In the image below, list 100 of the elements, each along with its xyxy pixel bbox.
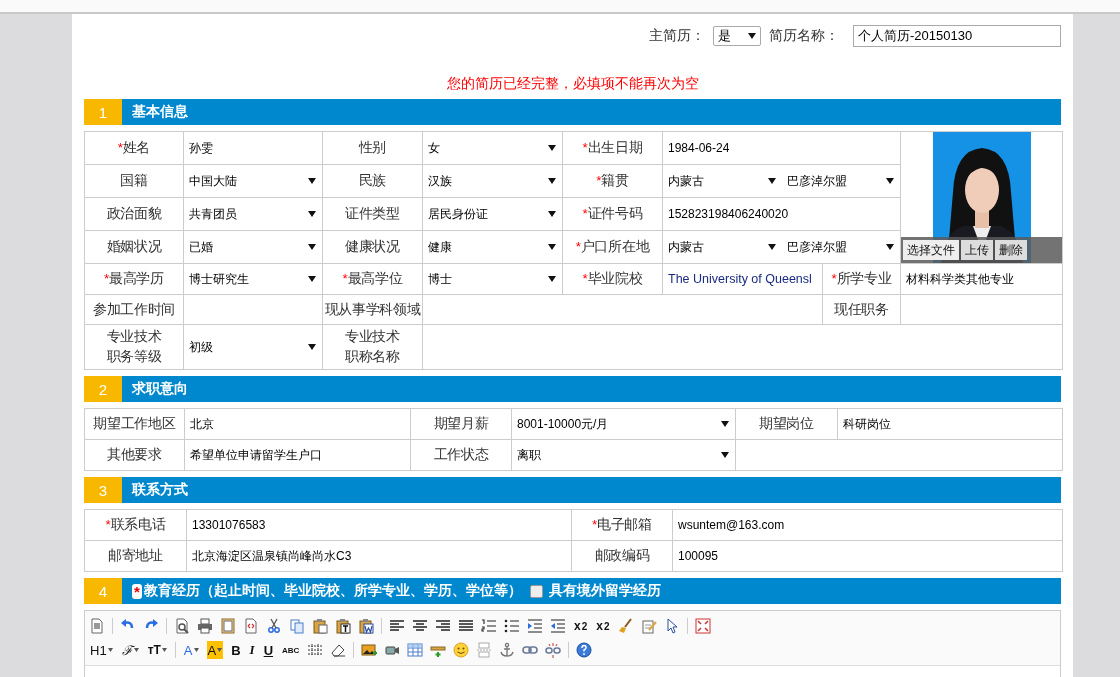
align-center-icon[interactable] — [412, 618, 428, 634]
input-field[interactable]: 个人简历-20150130 — [853, 25, 1061, 47]
field-label: *最高学位 — [341, 270, 404, 288]
copy-icon[interactable] — [289, 618, 305, 634]
unlink-icon[interactable] — [545, 642, 562, 658]
field-label: *电子邮箱 — [591, 516, 653, 534]
outdent-icon[interactable] — [550, 618, 566, 634]
caret-icon — [161, 648, 167, 652]
paste-text-icon[interactable] — [335, 618, 351, 634]
field-label: 民族 — [357, 172, 388, 190]
select-field[interactable]: 内蒙古 — [663, 238, 782, 256]
template-icon[interactable] — [220, 618, 236, 634]
field-label: 邮寄地址 — [107, 547, 164, 565]
field-label: 期望工作地区 — [92, 415, 177, 433]
highlight-dropdown[interactable]: A — [206, 641, 224, 659]
field-label: 主简历： — [649, 27, 705, 45]
caret-icon — [886, 243, 895, 251]
eraser-icon[interactable] — [330, 642, 347, 658]
anchor-icon[interactable] — [499, 642, 516, 658]
section-title: * 教育经历（起止时间、毕业院校、所学专业、学历、学位等） — [131, 581, 522, 602]
caret-icon — [107, 648, 113, 652]
photo-button[interactable]: 删除 — [995, 240, 1027, 260]
smiley-icon[interactable] — [453, 642, 470, 658]
field-label: 婚姻状况 — [105, 238, 163, 256]
italic-button[interactable]: I — [248, 641, 256, 659]
section-number: 2 — [84, 376, 122, 402]
field-label: *出生日期 — [581, 139, 644, 157]
ordered-list-icon[interactable] — [481, 618, 497, 634]
caret-icon — [308, 210, 316, 218]
field-label: 现任职务 — [833, 300, 890, 319]
select-field[interactable]: 是 — [713, 26, 761, 46]
photo-button[interactable]: 上传 — [961, 240, 993, 260]
caret-icon — [217, 648, 223, 652]
field-label: *最高学历 — [103, 270, 165, 288]
caret-icon — [748, 32, 756, 40]
caret-icon — [308, 243, 316, 251]
field-label: 专业技术职务等级 — [105, 328, 163, 366]
caret-icon — [548, 275, 556, 283]
field-label: 其他要求 — [106, 446, 163, 464]
field-label: *户口所在地 — [574, 238, 651, 256]
field-label: 简历名称： — [769, 27, 839, 45]
select-field[interactable]: 巴彦淖尔盟 — [781, 238, 901, 256]
field-label: 性别 — [357, 139, 388, 157]
align-left-icon[interactable] — [389, 618, 405, 634]
field-label: *证件号码 — [581, 205, 644, 223]
caret-icon — [767, 243, 776, 251]
section-number: 3 — [84, 477, 122, 503]
field-label: 政治面貌 — [105, 205, 163, 223]
caret-icon — [548, 243, 556, 251]
section-number: 4 — [84, 578, 122, 604]
field-label: 专业技术职称名称 — [344, 328, 401, 366]
font-size-dropdown[interactable]: тT — [146, 641, 168, 659]
notice-text: 您的简历已经完整，必填项不能再次为空 — [446, 75, 699, 91]
image-icon[interactable] — [361, 642, 378, 658]
checkbox-label[interactable]: 具有境外留学经历 — [548, 582, 661, 600]
fullscreen-icon[interactable] — [694, 618, 711, 634]
field-label: *毕业院校 — [581, 270, 644, 288]
code-icon[interactable] — [243, 618, 259, 634]
photo-button[interactable]: 选择文件 — [903, 240, 959, 260]
font-family-dropdown[interactable]: ℱ — [120, 641, 140, 659]
bullet-list-icon[interactable] — [504, 618, 520, 634]
field-label: 工作状态 — [432, 446, 490, 464]
justify-icon[interactable] — [458, 618, 474, 634]
source-icon[interactable] — [89, 618, 105, 634]
caret-icon — [886, 177, 895, 185]
help-icon[interactable] — [576, 642, 593, 658]
caret-icon — [721, 451, 729, 459]
scissors-icon[interactable] — [266, 618, 282, 634]
checkbox[interactable] — [529, 584, 543, 598]
field-label: 期望月薪 — [432, 415, 490, 433]
section-number: 1 — [84, 99, 122, 125]
caret-icon — [548, 210, 556, 218]
paste-word-icon[interactable] — [358, 618, 374, 634]
paste-icon[interactable] — [312, 618, 328, 634]
field-label: 期望岗位 — [758, 415, 815, 433]
strikethrough-button[interactable]: ABC — [281, 641, 301, 659]
underline-button[interactable]: U — [262, 641, 275, 659]
field-label: 健康状况 — [344, 238, 401, 256]
caret-icon — [721, 420, 729, 428]
align-right-icon[interactable] — [435, 618, 451, 634]
section-title: 联系方式 — [130, 480, 188, 499]
table-lines-icon[interactable] — [307, 642, 324, 658]
caret-icon — [308, 343, 316, 351]
caret-icon — [308, 177, 316, 185]
select-field[interactable]: 巴彦淖尔盟 — [781, 172, 901, 190]
caret-icon — [767, 177, 776, 185]
bold-button[interactable]: B — [230, 641, 242, 659]
select-field[interactable]: 内蒙古 — [663, 172, 782, 190]
field-label: 参加工作时间 — [91, 300, 177, 319]
brush-icon[interactable] — [617, 618, 634, 634]
indent-icon[interactable] — [527, 618, 543, 634]
font-color-dropdown[interactable]: A — [182, 641, 200, 659]
section-title: 基本信息 — [131, 102, 188, 121]
table-icon[interactable] — [407, 642, 424, 658]
field-label: *联系电话 — [104, 516, 167, 534]
heading-dropdown[interactable]: H1 — [89, 641, 114, 659]
preview-icon[interactable] — [174, 618, 190, 634]
print-icon[interactable] — [197, 618, 213, 634]
field-label: *所学专业 — [830, 270, 893, 288]
field-label: 邮政编码 — [593, 547, 651, 565]
